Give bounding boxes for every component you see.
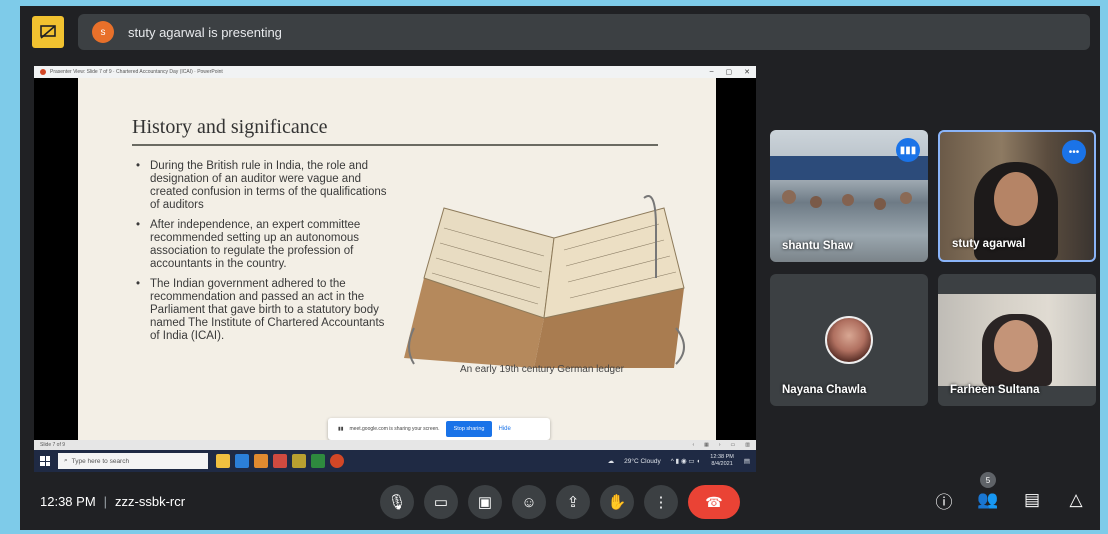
close-icon[interactable]: ✕ <box>744 68 750 76</box>
chat-button[interactable]: ▤ <box>1020 488 1044 512</box>
more-options-icon[interactable]: ••• <box>1062 140 1086 164</box>
weather-text[interactable]: 29°C Cloudy <box>624 458 661 465</box>
side-panel-controls: ⓘ 5 👥 ▤ △ <box>932 472 1088 512</box>
windows-start-icon[interactable] <box>40 456 50 466</box>
next-slide-icon[interactable]: › <box>719 442 721 448</box>
call-controls: 🎙 ▭ ▣ ☺ ⇪ ✋ ⋮ ☎ <box>380 485 740 519</box>
powerpoint-icon[interactable] <box>330 454 344 468</box>
meet-window: s stuty agarwal is presenting Prasenter … <box>20 6 1100 530</box>
presenting-banner: s stuty agarwal is presenting <box>78 14 1090 50</box>
leave-call-button[interactable]: ☎ <box>688 485 740 519</box>
title-divider <box>132 144 658 146</box>
restore-icon[interactable]: ▢ <box>726 68 733 76</box>
image-caption: An early 19th century German ledger <box>460 364 624 375</box>
stop-sharing-button[interactable]: Stop sharing <box>445 421 493 437</box>
slide-counter: Slide 7 of 9 <box>40 442 66 448</box>
info-icon: ⓘ <box>935 492 953 512</box>
app-icon[interactable] <box>292 454 306 468</box>
hide-button[interactable]: Hide <box>498 426 510 432</box>
participant-tile[interactable]: Nayana Chawla <box>770 274 928 406</box>
slide: History and significance During the Brit… <box>78 78 716 440</box>
sharing-notice-text: meet.google.com is sharing your screen. <box>349 426 440 432</box>
taskbar-search[interactable]: ⌕ Type here to search <box>58 453 208 469</box>
present-button[interactable]: ⇪ <box>556 485 590 519</box>
slide-title: History and significance <box>132 116 328 138</box>
people-icon: 👥 <box>977 490 999 509</box>
file-explorer-icon[interactable] <box>216 454 230 468</box>
participant-count-badge: 5 <box>980 472 996 488</box>
more-options-button[interactable]: ⋮ <box>644 485 678 519</box>
people-button[interactable]: 5 👥 <box>976 472 1000 512</box>
meeting-time: 12:38 PM <box>40 493 96 509</box>
edge-icon[interactable] <box>235 454 249 468</box>
raise-hand-button[interactable]: ✋ <box>600 485 634 519</box>
pinned-apps <box>216 454 344 468</box>
taskbar-search-placeholder: Type here to search <box>71 457 130 465</box>
normal-view-icon[interactable]: ▭ <box>731 442 736 448</box>
window-title-bar: Prasenter View: Slide 7 of 9 · Chartered… <box>34 66 756 78</box>
hand-icon: ✋ <box>607 494 627 511</box>
participant-tile[interactable]: Farheen Sultana <box>938 274 1096 406</box>
separator: | <box>103 493 108 509</box>
slides-grid-icon[interactable]: ▦ <box>704 442 709 448</box>
participant-name: stuty agarwal <box>952 238 1026 250</box>
present-screen-icon: ⇪ <box>566 494 580 511</box>
bullet-item: The Indian government adhered to the rec… <box>136 278 392 343</box>
audio-level-icon: ▮▮▮ <box>896 138 920 162</box>
meeting-code[interactable]: zzz-ssbk-rcr <box>115 494 185 509</box>
presentation-bar: s stuty agarwal is presenting <box>32 14 1090 50</box>
tray-icons[interactable]: ^ ▮ ◉ ▭ ◖ <box>671 457 701 465</box>
reactions-button[interactable]: ☺ <box>512 485 546 519</box>
app-icon[interactable] <box>273 454 287 468</box>
search-icon: ⌕ <box>64 457 68 464</box>
bullet-item: During the British rule in India, the ro… <box>136 160 392 212</box>
activities-button[interactable]: △ <box>1064 488 1088 512</box>
hang-up-icon: ☎ <box>705 493 723 510</box>
meet-controls-bar: 12:38 PM | zzz-ssbk-rcr 🎙 ▭ ▣ ☺ ⇪ ✋ ⋮ ☎ … <box>20 472 1100 530</box>
powerpoint-icon <box>40 69 46 75</box>
windows-taskbar: ⌕ Type here to search ☁ 29°C Cloudy ^ ▮ … <box>34 450 756 472</box>
window-title: Prasenter View: Slide 7 of 9 · Chartered… <box>50 69 223 75</box>
prev-slide-icon[interactable]: ‹ <box>692 442 694 448</box>
minimize-icon[interactable]: – <box>710 68 714 76</box>
excel-icon[interactable] <box>311 454 325 468</box>
participant-name: Nayana Chawla <box>782 384 867 396</box>
activities-icon: △ <box>1069 490 1083 509</box>
meeting-details-button[interactable]: ⓘ <box>932 488 956 512</box>
emoji-icon: ☺ <box>521 493 537 511</box>
system-tray: ☁ 29°C Cloudy ^ ▮ ◉ ▭ ◖ 12:38 PM 8/4/202… <box>608 454 750 468</box>
chat-icon: ▤ <box>1023 490 1041 509</box>
bullet-list: During the British rule in India, the ro… <box>136 160 392 350</box>
microphone-icon: 🎙 <box>387 494 407 511</box>
powerpoint-status-bar: Slide 7 of 9 ‹ ▦ › ▭ ▥ <box>34 440 756 450</box>
camera-icon: ▭ <box>433 494 449 511</box>
more-vert-icon: ⋮ <box>653 494 669 511</box>
notifications-icon[interactable]: ▤ <box>744 457 750 465</box>
participant-tile[interactable]: ▮▮▮ shantu Shaw <box>770 130 928 262</box>
meeting-info: 12:38 PM | zzz-ssbk-rcr <box>40 494 185 509</box>
microphone-button[interactable]: 🎙 <box>380 485 414 519</box>
presenting-label: stuty agarwal is presenting <box>128 24 282 40</box>
sharing-notice: ▮▮ meet.google.com is sharing your scree… <box>328 418 550 440</box>
clock[interactable]: 12:38 PM 8/4/2021 <box>710 454 734 468</box>
shared-screen: Prasenter View: Slide 7 of 9 · Chartered… <box>34 66 756 472</box>
present-to-all-icon[interactable] <box>32 16 64 48</box>
pause-icon: ▮▮ <box>338 426 344 432</box>
reading-view-icon[interactable]: ▥ <box>745 442 750 448</box>
store-icon[interactable] <box>254 454 268 468</box>
ledger-image <box>404 195 685 368</box>
participant-name: Farheen Sultana <box>950 384 1040 396</box>
participant-tile[interactable]: ••• stuty agarwal <box>938 130 1096 262</box>
weather-icon: ☁ <box>607 458 615 465</box>
avatar <box>825 316 873 364</box>
captions-button[interactable]: ▣ <box>468 485 502 519</box>
camera-button[interactable]: ▭ <box>424 485 458 519</box>
participant-video <box>938 294 1096 386</box>
captions-icon: ▣ <box>477 494 493 511</box>
presenter-avatar: s <box>92 21 114 43</box>
participant-name: shantu Shaw <box>782 240 853 252</box>
bullet-item: After independence, an expert committee … <box>136 219 392 271</box>
window-controls[interactable]: – ▢ ✕ <box>710 68 750 76</box>
